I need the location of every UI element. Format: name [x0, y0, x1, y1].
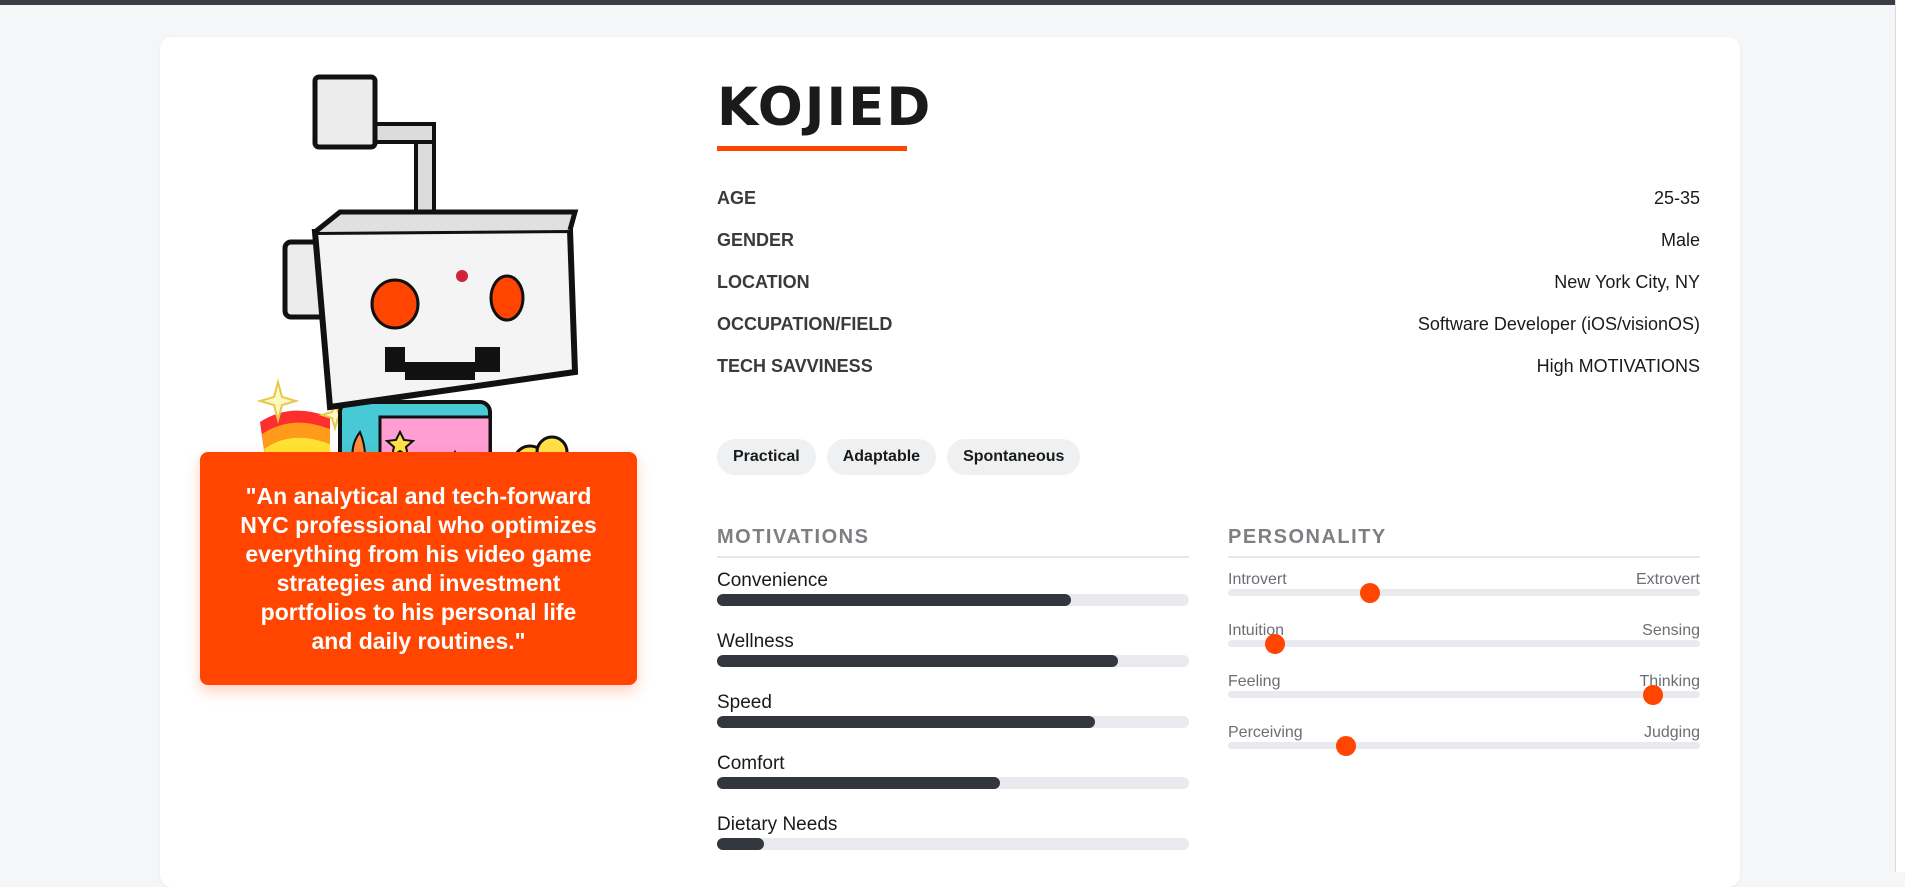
info-label: TECH SAVVINESS: [717, 355, 873, 376]
personality-track: [1228, 640, 1700, 647]
info-value: 25-35: [1653, 187, 1700, 208]
motivation-label: Speed: [717, 692, 772, 713]
personality-divider: [1228, 556, 1700, 558]
personality-slider: Perceiving Judging: [1228, 724, 1700, 775]
motivation-track: [717, 716, 1189, 728]
info-value: Software Developer (iOS/visionOS): [1417, 313, 1700, 334]
info-row-location: LOCATION New York City, NY: [717, 261, 1700, 303]
motivation-item: Speed: [717, 692, 1189, 753]
personality-right-label: Sensing: [1642, 622, 1700, 639]
personality-title: PERSONALITY: [1228, 526, 1387, 548]
motivation-track: [717, 594, 1189, 606]
personality-marker: [1359, 583, 1380, 603]
motivation-bar: [717, 838, 765, 850]
info-list: AGE 25-35 GENDER Male LOCATION New York …: [717, 177, 1700, 387]
motivations-list: Convenience Wellness Speed Comfort Dieta…: [717, 570, 1189, 875]
motivations-title: MOTIVATIONS: [717, 526, 870, 548]
info-label: LOCATION: [717, 271, 810, 292]
personality-right-label: Extrovert: [1635, 571, 1700, 588]
robot-head: [311, 209, 579, 411]
motivation-label: Dietary Needs: [717, 814, 838, 835]
info-value: Male: [1660, 229, 1700, 250]
personality-track: [1228, 589, 1700, 596]
info-row-gender: GENDER Male: [717, 219, 1700, 261]
info-value: High MOTIVATIONS: [1536, 355, 1700, 376]
motivation-bar: [717, 655, 1119, 667]
motivation-track: [717, 655, 1189, 667]
motivation-label: Convenience: [717, 570, 828, 591]
personality-marker: [1265, 634, 1286, 654]
persona-card: "An analytical and tech-forward NYC prof…: [160, 37, 1740, 887]
personality-slider: Introvert Extrovert: [1228, 571, 1700, 622]
info-row-occupation: OCCUPATION/FIELD Software Developer (iOS…: [717, 303, 1700, 345]
trait-tags: Practical Adaptable Spontaneous: [717, 439, 1081, 475]
info-value: New York City, NY: [1554, 271, 1700, 292]
motivation-label: Wellness: [717, 631, 794, 652]
personality-slider: Feeling Thinking: [1228, 673, 1700, 724]
tag-spontaneous: Spontaneous: [947, 439, 1081, 475]
motivation-bar: [717, 777, 1001, 789]
motivation-bar: [717, 716, 1095, 728]
personality-marker: [1336, 736, 1356, 756]
motivation-bar: [717, 594, 1071, 606]
personality-right-label: Judging: [1643, 724, 1700, 741]
personality-track: [1228, 691, 1700, 698]
personality-slider: Intuition Sensing: [1228, 622, 1700, 673]
browser-top-bar: [0, 0, 1905, 5]
personality-left-label: Introvert: [1228, 571, 1287, 588]
persona-quote: "An analytical and tech-forward NYC prof…: [240, 482, 597, 654]
tag-practical: Practical: [717, 439, 816, 475]
motivation-item: Wellness: [717, 631, 1189, 692]
personality-left-label: Feeling: [1228, 673, 1281, 690]
info-label: OCCUPATION/FIELD: [717, 313, 893, 334]
personality-marker: [1642, 685, 1663, 705]
persona-name: KOJIED: [717, 77, 933, 138]
motivation-item: Convenience: [717, 570, 1189, 631]
motivation-label: Comfort: [717, 753, 785, 774]
info-label: AGE: [717, 187, 757, 208]
personality-track: [1228, 742, 1700, 749]
quote-box: "An analytical and tech-forward NYC prof…: [200, 452, 637, 685]
info-label: GENDER: [717, 229, 795, 250]
motivation-item: Dietary Needs: [717, 814, 1189, 875]
info-row-age: AGE 25-35: [717, 177, 1700, 219]
motivation-item: Comfort: [717, 753, 1189, 814]
tag-adaptable: Adaptable: [826, 439, 937, 475]
scrollbar[interactable]: [1895, 0, 1905, 872]
motivation-track: [717, 838, 1189, 850]
motivation-track: [717, 777, 1189, 789]
personality-list: Introvert Extrovert Intuition Sensing Fe…: [1228, 571, 1700, 775]
personality-left-label: Perceiving: [1228, 724, 1303, 741]
name-underline: [717, 146, 907, 151]
info-row-tech-savviness: TECH SAVVINESS High MOTIVATIONS: [717, 345, 1700, 387]
motivations-divider: [717, 556, 1189, 558]
avatar: [256, 74, 585, 492]
